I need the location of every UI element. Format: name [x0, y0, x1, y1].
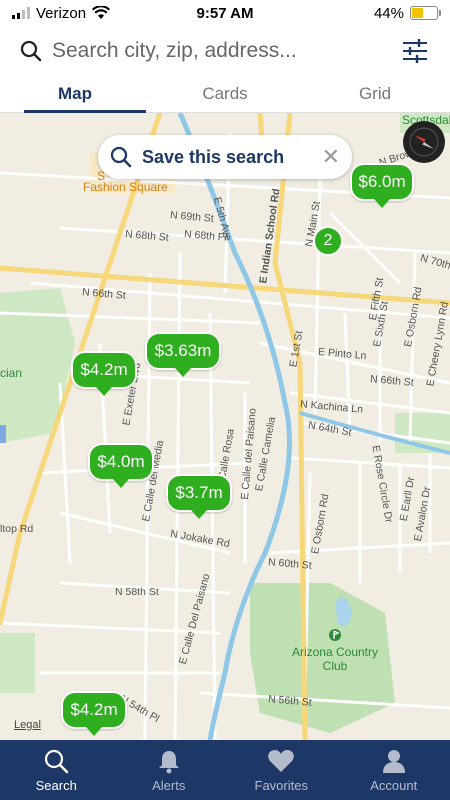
nav-search[interactable]: Search — [0, 740, 113, 800]
search-header — [0, 26, 450, 76]
filter-button[interactable] — [400, 36, 430, 66]
sliders-icon — [403, 39, 427, 63]
heart-icon — [268, 750, 295, 772]
status-left: Verizon — [12, 4, 111, 22]
search-icon — [45, 749, 69, 774]
battery-percent: 44% — [373, 4, 404, 22]
map-view[interactable]: N Brown Ave N 69th St N 68th Pl N 68th S… — [0, 113, 450, 740]
tab-grid[interactable]: Grid — [300, 76, 450, 112]
bell-icon — [158, 751, 179, 774]
poi-park-partial: cian — [0, 366, 23, 380]
golf-icon — [329, 629, 341, 641]
status-right: 44% — [373, 4, 441, 22]
price-pin[interactable]: $4.2m — [61, 691, 127, 736]
view-tabs: Map Cards Grid — [0, 76, 450, 113]
street-label: N 58th St — [115, 586, 159, 598]
search-icon — [110, 146, 132, 168]
person-icon — [382, 750, 405, 773]
nav-favorites-label: Favorites — [254, 778, 308, 793]
wifi-icon — [92, 6, 111, 19]
nav-favorites[interactable]: Favorites — [225, 740, 338, 800]
carrier-label: Verizon — [36, 4, 87, 22]
save-search-label: Save this search — [142, 146, 285, 167]
cluster-marker[interactable]: 2 — [313, 226, 343, 256]
save-search-button[interactable]: Save this search ✕ — [98, 135, 352, 179]
close-icon[interactable]: ✕ — [322, 146, 340, 168]
price-pin[interactable]: $3.63m — [145, 332, 221, 377]
price-pin[interactable]: $3.7m — [166, 474, 232, 519]
poi-country-club-label: Arizona Country Club — [291, 645, 379, 673]
nav-alerts-label: Alerts — [152, 778, 186, 793]
nav-alerts[interactable]: Alerts — [113, 740, 226, 800]
legal-link[interactable]: Legal — [14, 719, 41, 731]
search-icon — [20, 40, 42, 62]
price-pin[interactable]: $4.2m — [71, 351, 137, 396]
compass-button[interactable] — [403, 121, 445, 163]
signal-icon — [12, 7, 30, 19]
nav-search-label: Search — [35, 778, 77, 793]
tab-map[interactable]: Map — [0, 76, 150, 113]
nav-account-label: Account — [370, 778, 418, 793]
tab-cards[interactable]: Cards — [150, 76, 300, 112]
price-pin[interactable]: $6.0m — [350, 163, 414, 208]
status-bar: Verizon 9:57 AM 44% — [0, 0, 450, 26]
poi-fashion-square: Fashion Square — [83, 180, 168, 194]
bottom-nav: Search Alerts Favorites Account — [0, 740, 450, 800]
street-label: ltop Rd — [0, 523, 34, 535]
search-input[interactable] — [52, 39, 400, 63]
price-pin[interactable]: $4.0m — [88, 443, 154, 488]
poi-country-club: Arizona Country Club — [290, 628, 380, 673]
battery-icon — [410, 6, 441, 20]
nav-account[interactable]: Account — [338, 740, 450, 800]
compass-icon — [409, 127, 439, 157]
